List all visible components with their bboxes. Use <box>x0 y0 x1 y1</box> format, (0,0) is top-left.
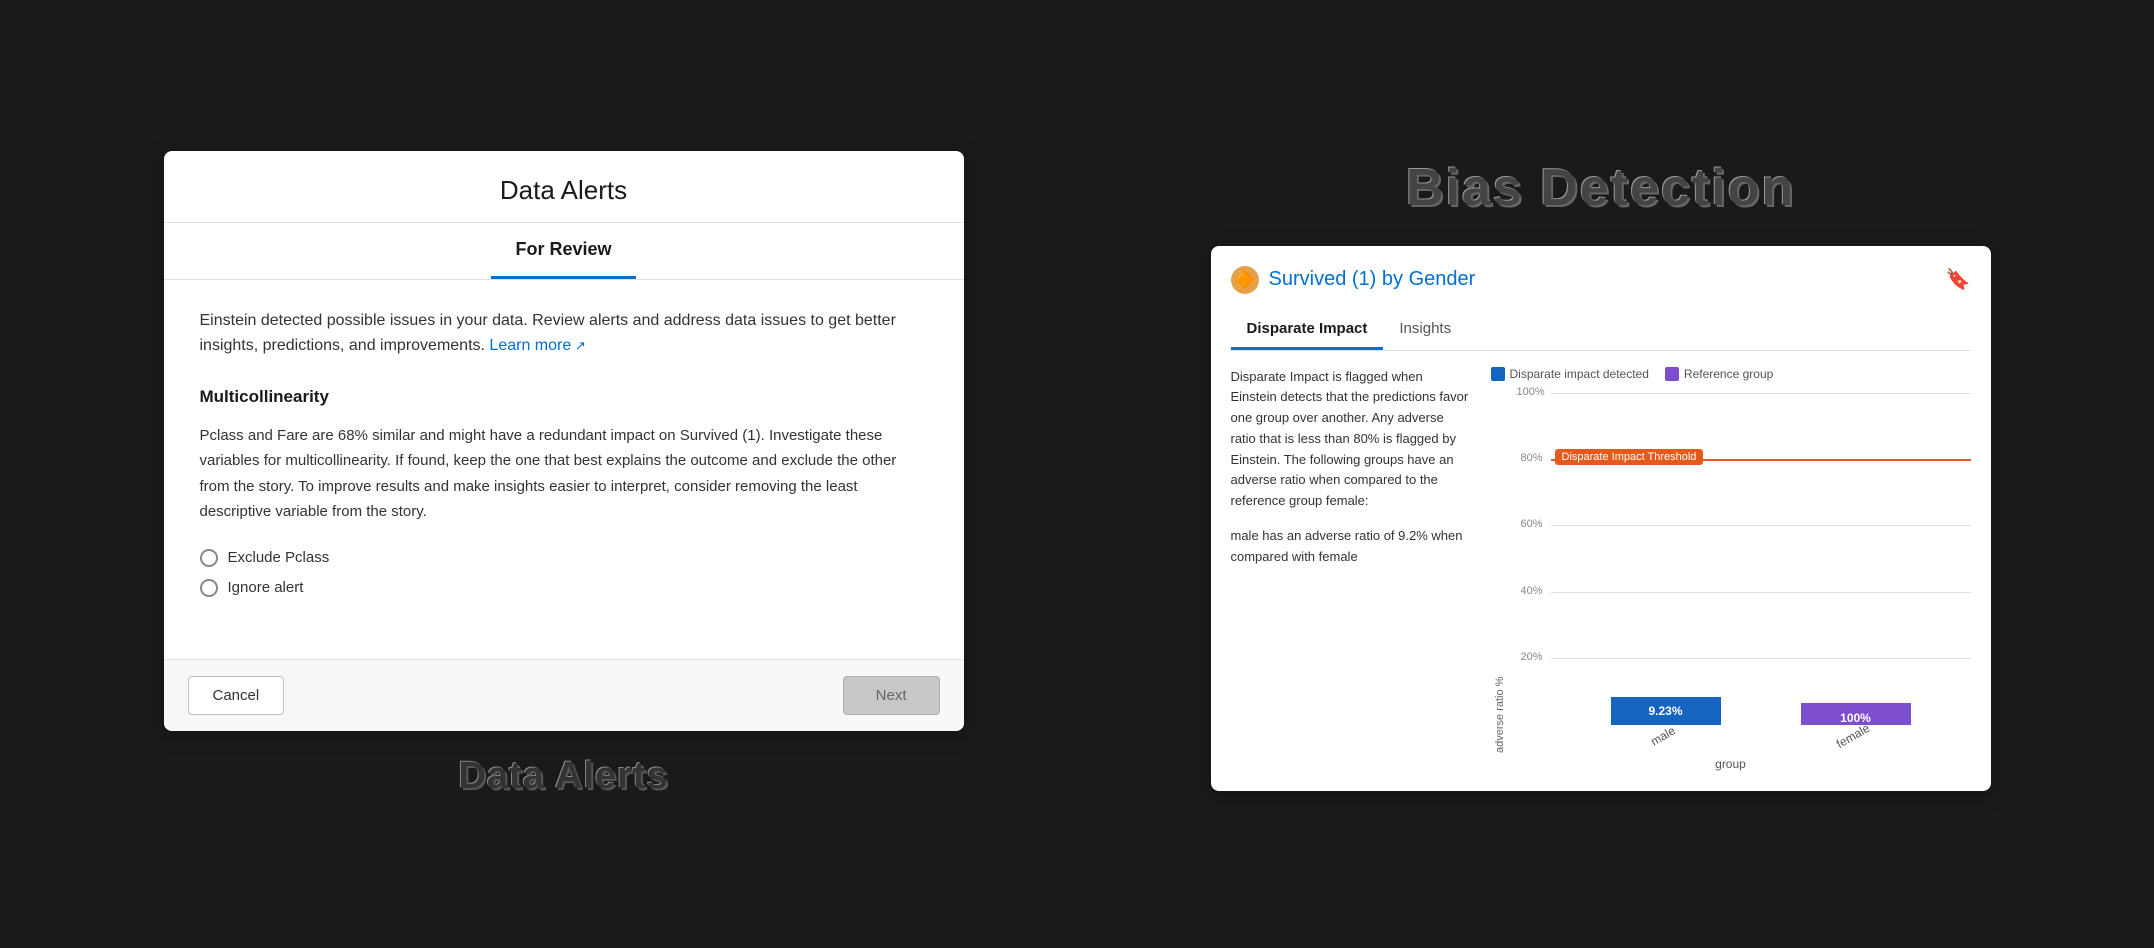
bias-title-prefix: Survived (1) by <box>1269 268 1404 290</box>
chart-legend: Disparate impact detected Reference grou… <box>1491 367 1971 381</box>
bias-description: Disparate Impact is flagged when Einstei… <box>1231 367 1471 771</box>
bias-content: Disparate Impact is flagged when Einstei… <box>1231 367 1971 771</box>
male-bar-group: 9.23% <box>1611 697 1721 725</box>
bias-desc-text: Disparate Impact is flagged when Einstei… <box>1231 367 1471 513</box>
data-alerts-bottom-label: Data Alerts <box>458 755 668 798</box>
threshold-line: Disparate Impact Threshold <box>1551 459 1971 461</box>
cancel-button[interactable]: Cancel <box>188 676 285 715</box>
modal-title-bar: Data Alerts <box>164 151 964 223</box>
radio-label-exclude: Exclude Pclass <box>228 549 330 566</box>
legend-label-reference: Reference group <box>1684 367 1773 381</box>
male-bar: 9.23% <box>1611 697 1721 725</box>
radio-group: Exclude Pclass Ignore alert <box>200 549 928 597</box>
section-title: Multicollinearity <box>200 387 928 407</box>
bias-detection-title: Bias Detection <box>1406 158 1795 218</box>
bias-detection-card: 🔶 Survived (1) by Gender 🔖 Disparate Imp… <box>1211 246 1991 791</box>
legend-swatch-reference <box>1665 367 1679 381</box>
modal-tabs: For Review <box>164 223 964 280</box>
radio-circle-ignore <box>200 579 218 597</box>
bias-chart-area: Disparate impact detected Reference grou… <box>1491 367 1971 771</box>
chart-container: adverse ratio % 100% 80% <box>1491 393 1971 753</box>
radio-exclude-pclass[interactable]: Exclude Pclass <box>200 549 928 567</box>
tab-insights[interactable]: Insights <box>1383 310 1467 350</box>
x-label-male: male <box>1648 723 1678 748</box>
male-bar-label: 9.23% <box>1648 704 1682 718</box>
grid-area: 100% 80% 60% 40% <box>1551 393 1971 725</box>
bookmark-icon[interactable]: 🔖 <box>1946 267 1971 292</box>
modal-description: Einstein detected possible issues in you… <box>200 308 928 359</box>
chart-plot: 100% 80% 60% 40% <box>1513 393 1971 753</box>
legend-item-disparate: Disparate impact detected <box>1491 367 1649 381</box>
adverse-note: male has an adverse ratio of 9.2% when c… <box>1231 526 1471 568</box>
legend-swatch-disparate <box>1491 367 1505 381</box>
y-axis-label: adverse ratio % <box>1491 393 1509 753</box>
radio-label-ignore: Ignore alert <box>228 579 304 596</box>
bias-title-highlight: Gender <box>1409 268 1476 290</box>
bias-header-left: 🔶 Survived (1) by Gender <box>1231 266 1476 294</box>
tab-for-review[interactable]: For Review <box>491 223 635 279</box>
legend-item-reference: Reference group <box>1665 367 1773 381</box>
bias-card-title: Survived (1) by Gender <box>1269 268 1476 291</box>
female-bar: 100% <box>1801 703 1911 725</box>
next-button[interactable]: Next <box>843 676 940 715</box>
bars-area: 9.23% 100% <box>1551 393 1971 725</box>
bias-tabs: Disparate Impact Insights <box>1231 310 1971 351</box>
learn-more-link[interactable]: Learn more <box>489 337 585 354</box>
x-axis-title: group <box>1491 757 1971 771</box>
female-bar-group: 100% <box>1801 703 1911 725</box>
radio-ignore-alert[interactable]: Ignore alert <box>200 579 928 597</box>
x-label-female: female <box>1834 720 1872 750</box>
female-bar-label: 100% <box>1840 703 1871 725</box>
tab-disparate-impact[interactable]: Disparate Impact <box>1231 310 1384 350</box>
radio-circle-exclude <box>200 549 218 567</box>
data-alerts-modal: Data Alerts For Review Einstein detected… <box>164 151 964 731</box>
threshold-label: Disparate Impact Threshold <box>1555 449 1704 465</box>
bias-detection-section: Bias Detection 🔶 Survived (1) by Gender … <box>1211 158 1991 791</box>
bias-card-header: 🔶 Survived (1) by Gender 🔖 <box>1231 266 1971 294</box>
einstein-icon: 🔶 <box>1231 266 1259 294</box>
x-labels: male female <box>1551 729 1971 743</box>
modal-title: Data Alerts <box>184 175 944 206</box>
legend-label-disparate: Disparate impact detected <box>1510 367 1649 381</box>
modal-body: Einstein detected possible issues in you… <box>164 280 964 659</box>
modal-footer: Cancel Next <box>164 659 964 731</box>
section-body: Pclass and Fare are 68% similar and migh… <box>200 423 928 525</box>
